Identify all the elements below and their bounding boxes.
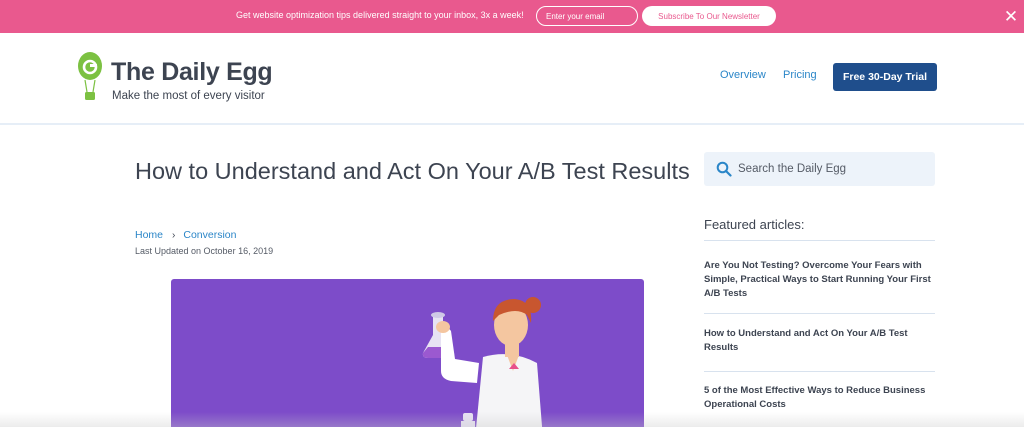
promo-bar: Get website optimization tips delivered …	[0, 0, 1024, 33]
newsletter-email-input[interactable]	[536, 6, 638, 26]
breadcrumb-home-link[interactable]: Home	[135, 229, 163, 241]
egg-balloon-logo-icon[interactable]	[76, 51, 104, 105]
sidebar-search	[704, 152, 935, 186]
divider	[704, 313, 935, 314]
breadcrumb: Home › Conversion	[135, 229, 236, 241]
featured-article-link[interactable]: 5 of the Most Effective Ways to Reduce B…	[704, 384, 935, 412]
article-title: How to Understand and Act On Your A/B Te…	[135, 158, 690, 184]
site-header: The Daily Egg Make the most of every vis…	[0, 33, 1024, 125]
featured-articles-heading: Featured articles:	[704, 217, 805, 232]
article-hero-image	[171, 279, 644, 427]
brand-title[interactable]: The Daily Egg	[111, 58, 273, 87]
chevron-right-icon: ›	[172, 229, 176, 241]
divider	[704, 240, 935, 241]
free-trial-button[interactable]: Free 30-Day Trial	[833, 63, 937, 91]
nav-pricing-link[interactable]: Pricing	[783, 69, 817, 81]
last-updated-date: Last Updated on October 16, 2019	[135, 246, 274, 256]
brand-tagline: Make the most of every visitor	[112, 90, 265, 102]
search-input[interactable]	[738, 160, 923, 178]
nav-overview-link[interactable]: Overview	[720, 69, 766, 81]
breadcrumb-conversion-link[interactable]: Conversion	[183, 229, 236, 241]
divider	[704, 371, 935, 372]
search-icon[interactable]	[716, 161, 732, 177]
featured-article-link[interactable]: Are You Not Testing? Overcome Your Fears…	[704, 259, 935, 301]
scientist-illustration	[422, 297, 543, 427]
subscribe-button[interactable]: Subscribe To Our Newsletter	[642, 6, 776, 26]
featured-article-link[interactable]: How to Understand and Act On Your A/B Te…	[704, 327, 935, 355]
promo-text: Get website optimization tips delivered …	[236, 10, 524, 20]
close-icon[interactable]: ✕	[1003, 8, 1019, 25]
